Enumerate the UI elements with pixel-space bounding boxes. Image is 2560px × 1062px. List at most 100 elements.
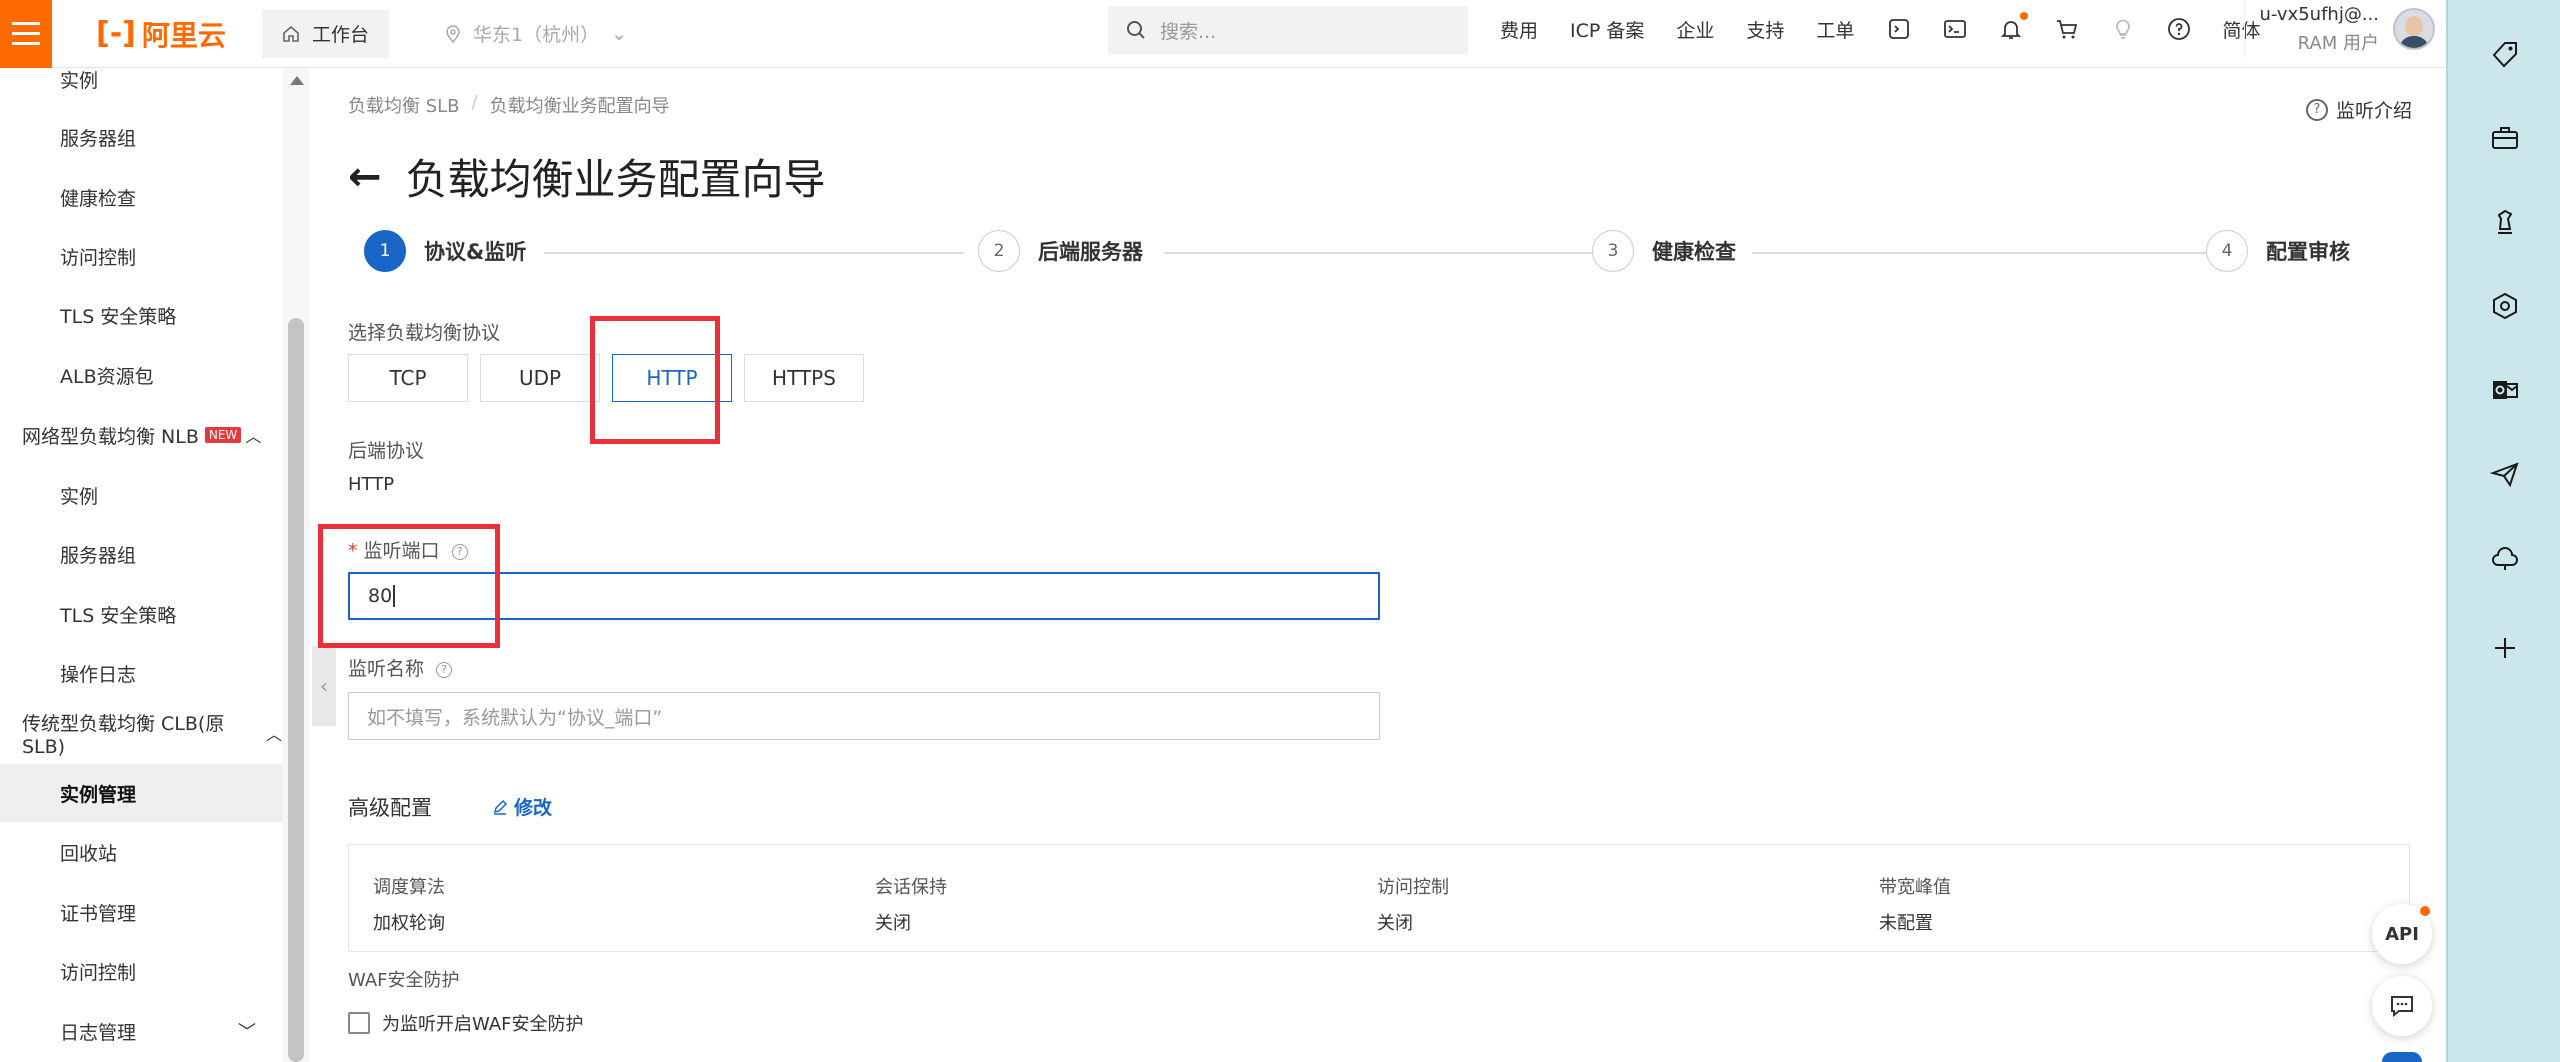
cloud-icon[interactable]	[2487, 540, 2523, 576]
back-arrow-icon[interactable]: ←	[348, 154, 382, 200]
advanced-edit-link[interactable]: 修改	[492, 793, 552, 820]
sidebar-item-label: 实例管理	[60, 783, 137, 806]
backend-protocol-label: 后端协议	[348, 440, 425, 462]
chevron-up-icon: ︿	[265, 725, 282, 744]
info-icon[interactable]: ?	[436, 661, 453, 678]
step-label: 健康检查	[1652, 240, 1736, 264]
sidebar-item-alb-server-group[interactable]: 服务器组	[0, 108, 282, 166]
floating-button-partial[interactable]	[2382, 1052, 2422, 1062]
sidebar-item-label: 日志管理	[60, 1021, 137, 1044]
api-button[interactable]: API	[2372, 904, 2432, 964]
step-number: 3	[1592, 230, 1634, 272]
adv-key: 带宽峰值	[1879, 877, 1951, 898]
sidebar-item-nlb-server-group[interactable]: 服务器组	[0, 525, 282, 583]
sidebar-item-recycle-bin[interactable]: 回收站	[0, 823, 282, 881]
cart-icon[interactable]	[2054, 16, 2080, 42]
hexagon-icon[interactable]	[2487, 288, 2523, 324]
cloud-shell-icon[interactable]	[1886, 16, 1912, 42]
avatar[interactable]	[2393, 8, 2435, 50]
sidebar-item-operation-log[interactable]: 操作日志	[0, 644, 282, 702]
breadcrumb-item-wizard: 负载均衡业务配置向导	[489, 96, 670, 117]
waf-checkbox-label: 为监听开启WAF安全防护	[382, 1014, 584, 1035]
chevron-left-icon: ‹	[320, 674, 328, 698]
step-connector	[544, 252, 964, 254]
sidebar-item-label: 访问控制	[60, 246, 137, 269]
advanced-edit-label: 修改	[514, 797, 553, 819]
link-ticket[interactable]: 工单	[1816, 16, 1854, 43]
terminal-icon[interactable]	[1942, 16, 1968, 42]
user-name: u-vx5ufhj@...	[2259, 3, 2380, 25]
protocol-https-button[interactable]: HTTPS	[744, 354, 864, 402]
listener-name-input[interactable]: 如不填写，系统默认为“协议_端口”	[348, 692, 1380, 740]
step-label: 配置审核	[2266, 240, 2350, 264]
step-backend-servers: 2 后端服务器	[978, 230, 1143, 272]
step-health-check: 3 健康检查	[1592, 230, 1736, 272]
listener-port-input[interactable]: 80	[348, 572, 1380, 620]
sidebar-item-clb-access-control[interactable]: 访问控制	[0, 942, 282, 1000]
search-placeholder: 搜索...	[1160, 20, 1217, 43]
sidebar-item-nlb-instance[interactable]: 实例	[0, 466, 282, 524]
sidebar-group-clb[interactable]: 传统型负载均衡 CLB(原SLB) ︿	[0, 704, 282, 762]
advanced-config-title: 高级配置	[348, 796, 432, 820]
breadcrumb-separator: /	[471, 92, 478, 113]
user-menu[interactable]: u-vx5ufhj@... RAM 用户	[2244, 0, 2444, 58]
chess-icon[interactable]	[2487, 204, 2523, 240]
sidebar-item-alb-instance[interactable]: 实例	[0, 50, 282, 108]
sidebar-item-access-control[interactable]: 访问控制	[0, 227, 282, 285]
waf-checkbox[interactable]	[348, 1012, 370, 1034]
collapse-sidebar-button[interactable]: ‹	[312, 646, 336, 726]
sidebar-item-health-check[interactable]: 健康检查	[0, 168, 282, 226]
lightbulb-icon[interactable]	[2110, 16, 2136, 42]
link-enterprise[interactable]: 企业	[1676, 16, 1714, 43]
sidebar-item-alb-package[interactable]: ALB资源包	[0, 346, 282, 404]
sidebar-item-nlb-tls-policy[interactable]: TLS 安全策略	[0, 585, 282, 643]
workbench-label: 工作台	[312, 24, 370, 46]
help-icon[interactable]	[2166, 16, 2192, 42]
breadcrumb: 负载均衡 SLB / 负载均衡业务配置向导	[348, 92, 670, 118]
sidebar-scroll-thumb[interactable]	[288, 318, 304, 1062]
sidebar-item-log-management[interactable]: 日志管理 ﹀	[0, 1002, 282, 1060]
search-input[interactable]: 搜索...	[1108, 6, 1468, 54]
protocol-tcp-button[interactable]: TCP	[348, 354, 468, 402]
waf-checkbox-row[interactable]: 为监听开启WAF安全防护	[348, 1010, 583, 1036]
link-icp[interactable]: ICP 备案	[1570, 16, 1644, 43]
aliyun-logo[interactable]: [-] 阿里云	[96, 14, 226, 54]
sidebar-item-label: 健康检查	[60, 187, 137, 210]
listener-name-label: 监听名称 ?	[348, 654, 453, 681]
send-icon[interactable]	[2487, 456, 2523, 492]
sidebar-item-tls-policy[interactable]: TLS 安全策略	[0, 286, 282, 344]
sidebar-item-label: 服务器组	[60, 127, 137, 150]
adv-value: 加权轮询	[373, 913, 445, 934]
chat-icon	[2391, 996, 2413, 1018]
region-selector[interactable]: 华东1（杭州） ⌄	[445, 20, 627, 47]
question-icon: ?	[2306, 98, 2328, 121]
notification-dot	[2420, 906, 2430, 916]
listener-intro-link[interactable]: ? 监听介绍	[2306, 96, 2412, 123]
sidebar-item-certificate-management[interactable]: 证书管理	[0, 883, 282, 941]
location-icon	[446, 24, 460, 43]
bell-icon[interactable]	[1998, 12, 2029, 42]
step-number: 1	[364, 230, 406, 272]
sidebar-item-instance-management[interactable]: 实例管理	[0, 764, 282, 822]
tag-icon[interactable]	[2487, 36, 2523, 72]
toolbox-icon[interactable]	[2487, 120, 2523, 156]
logo-mark: [-]	[96, 16, 136, 51]
search-icon	[1127, 21, 1145, 39]
outlook-icon[interactable]	[2487, 372, 2523, 408]
user-role: RAM 用户	[2297, 32, 2379, 54]
breadcrumb-item-slb[interactable]: 负载均衡 SLB	[348, 92, 460, 118]
adv-key: 访问控制	[1377, 877, 1449, 898]
chevron-up-icon: ︿	[245, 427, 262, 446]
adv-value: 未配置	[1879, 913, 1933, 934]
sidebar-group-nlb[interactable]: 网络型负载均衡 NLB NEW ︿	[0, 406, 282, 464]
protocol-udp-button[interactable]: UDP	[480, 354, 600, 402]
link-support[interactable]: 支持	[1746, 16, 1784, 43]
link-billing[interactable]: 费用	[1500, 16, 1538, 43]
sidebar-group-label: 传统型负载均衡 CLB(原SLB)	[22, 712, 225, 758]
scroll-up-icon[interactable]	[290, 76, 304, 85]
chat-button[interactable]	[2372, 976, 2432, 1036]
protocol-label: 选择负载均衡协议	[348, 322, 501, 344]
add-icon[interactable]	[2487, 630, 2523, 666]
adv-bandwidth: 带宽峰值 未配置	[1879, 873, 1951, 935]
step-config-review: 4 配置审核	[2206, 230, 2350, 272]
